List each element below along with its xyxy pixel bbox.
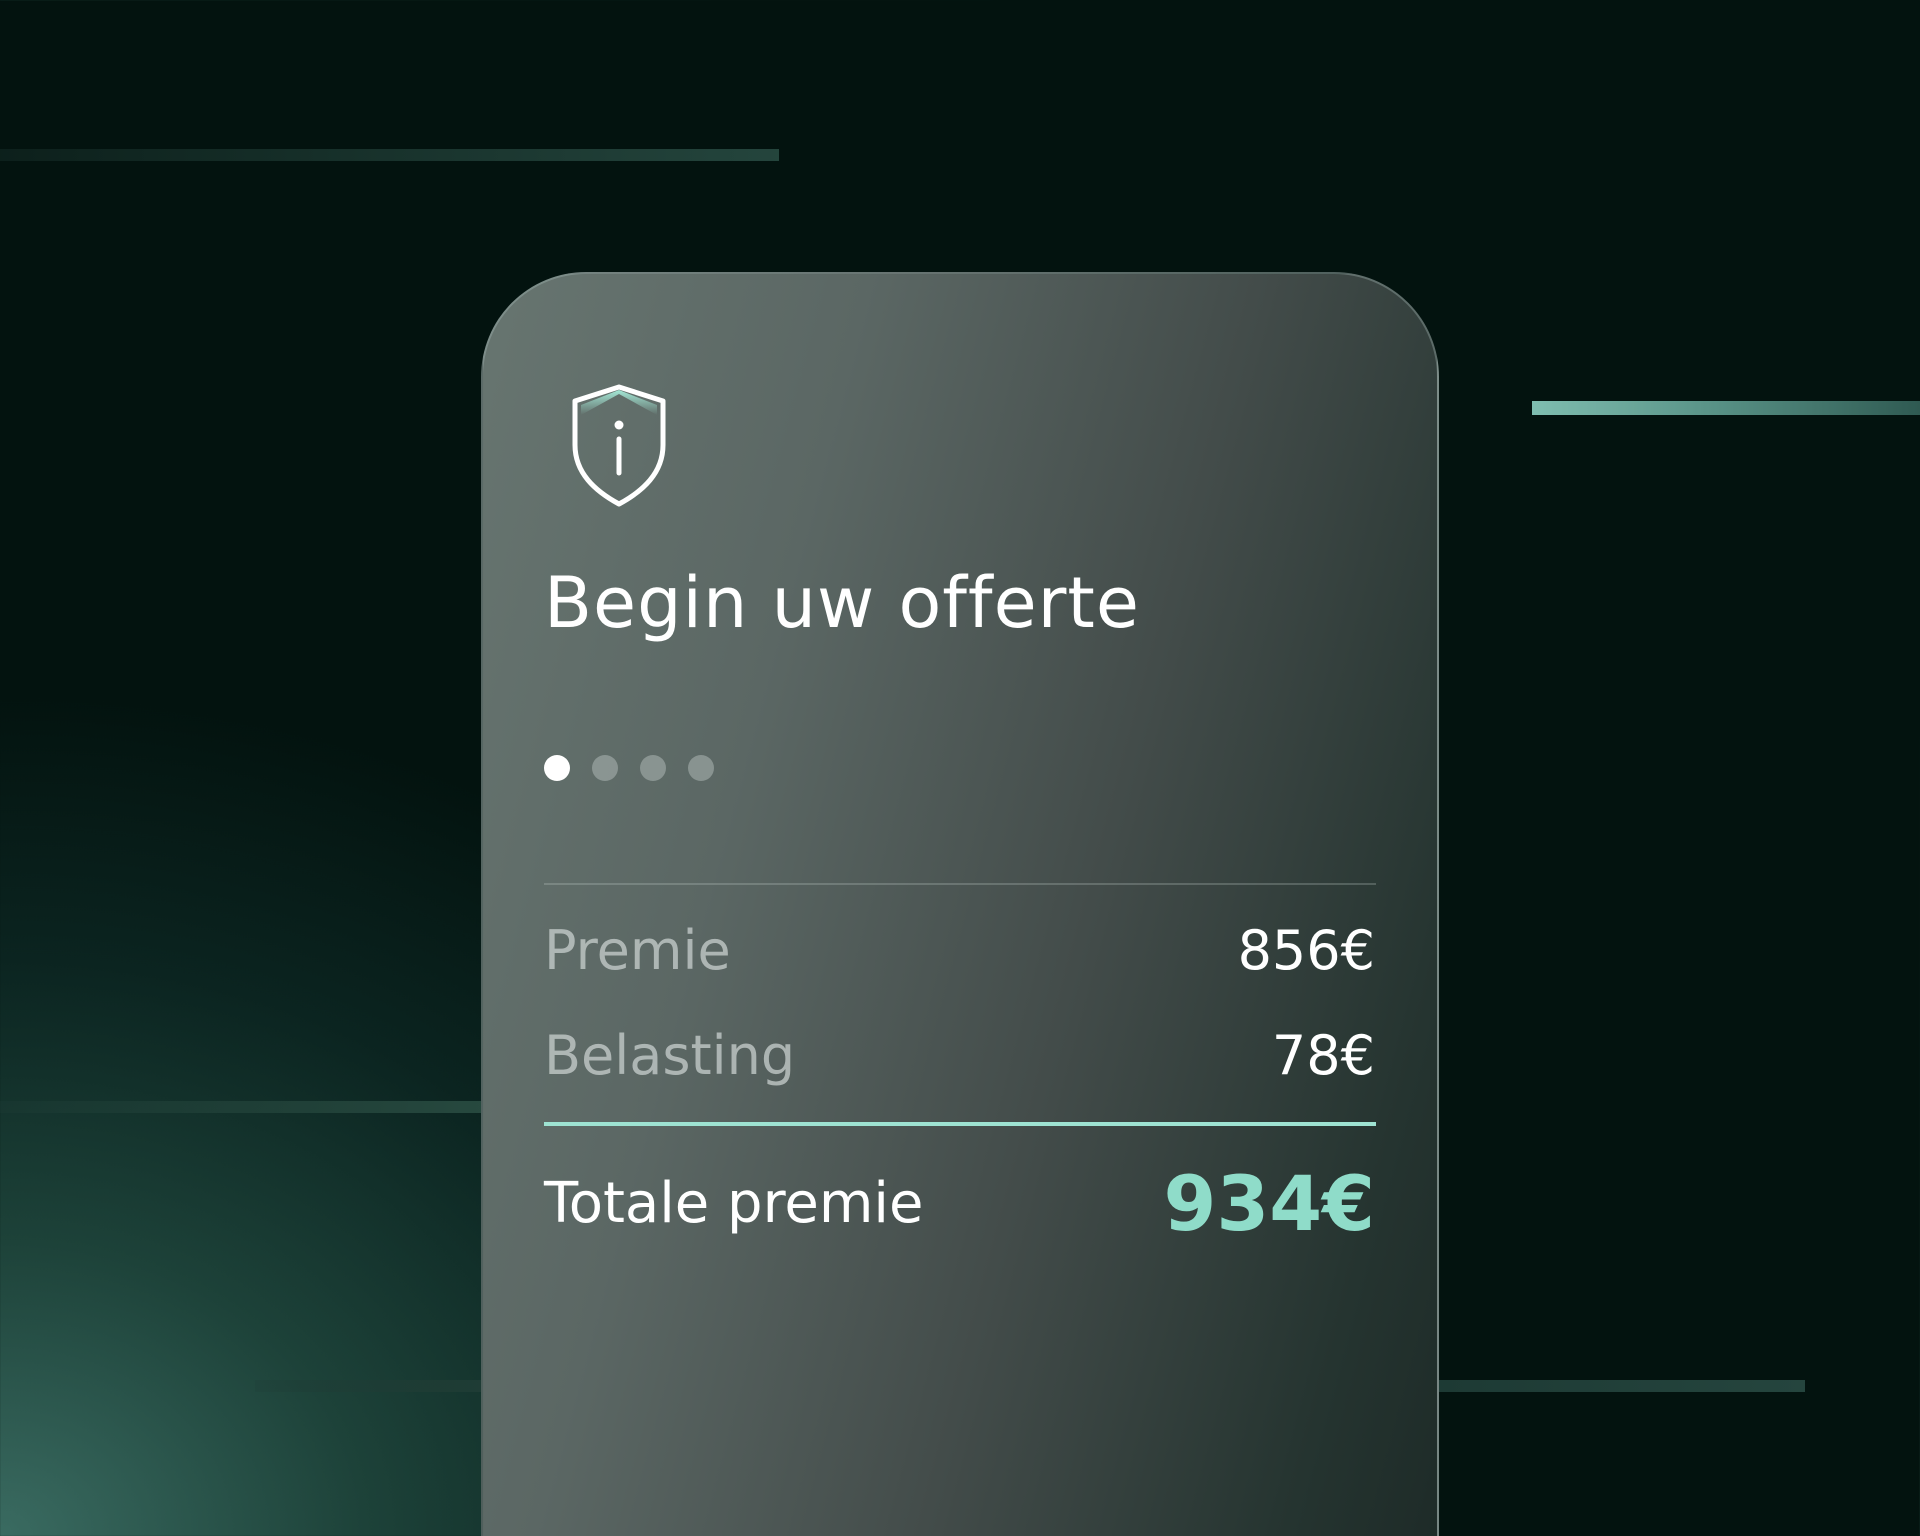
step-dot[interactable] bbox=[592, 755, 618, 781]
step-dot-active[interactable] bbox=[544, 755, 570, 781]
step-dot[interactable] bbox=[640, 755, 666, 781]
card-title: Begin uw offerte bbox=[544, 562, 1140, 644]
premie-label: Premie bbox=[544, 919, 731, 982]
total-divider bbox=[544, 1122, 1376, 1126]
shield-info-icon bbox=[572, 384, 666, 507]
step-indicator bbox=[544, 755, 714, 781]
decorative-line bbox=[0, 1101, 486, 1113]
premie-value: 856€ bbox=[1237, 919, 1375, 982]
decorative-line bbox=[0, 149, 779, 161]
step-dot[interactable] bbox=[688, 755, 714, 781]
total-value: 934€ bbox=[1163, 1159, 1375, 1248]
belasting-value: 78€ bbox=[1271, 1024, 1375, 1087]
total-label: Totale premie bbox=[544, 1171, 924, 1236]
divider bbox=[544, 883, 1376, 885]
belasting-label: Belasting bbox=[544, 1024, 796, 1087]
decorative-line bbox=[255, 1380, 487, 1392]
decorative-line bbox=[1438, 1380, 1805, 1392]
decorative-line-accent bbox=[1532, 401, 1920, 415]
